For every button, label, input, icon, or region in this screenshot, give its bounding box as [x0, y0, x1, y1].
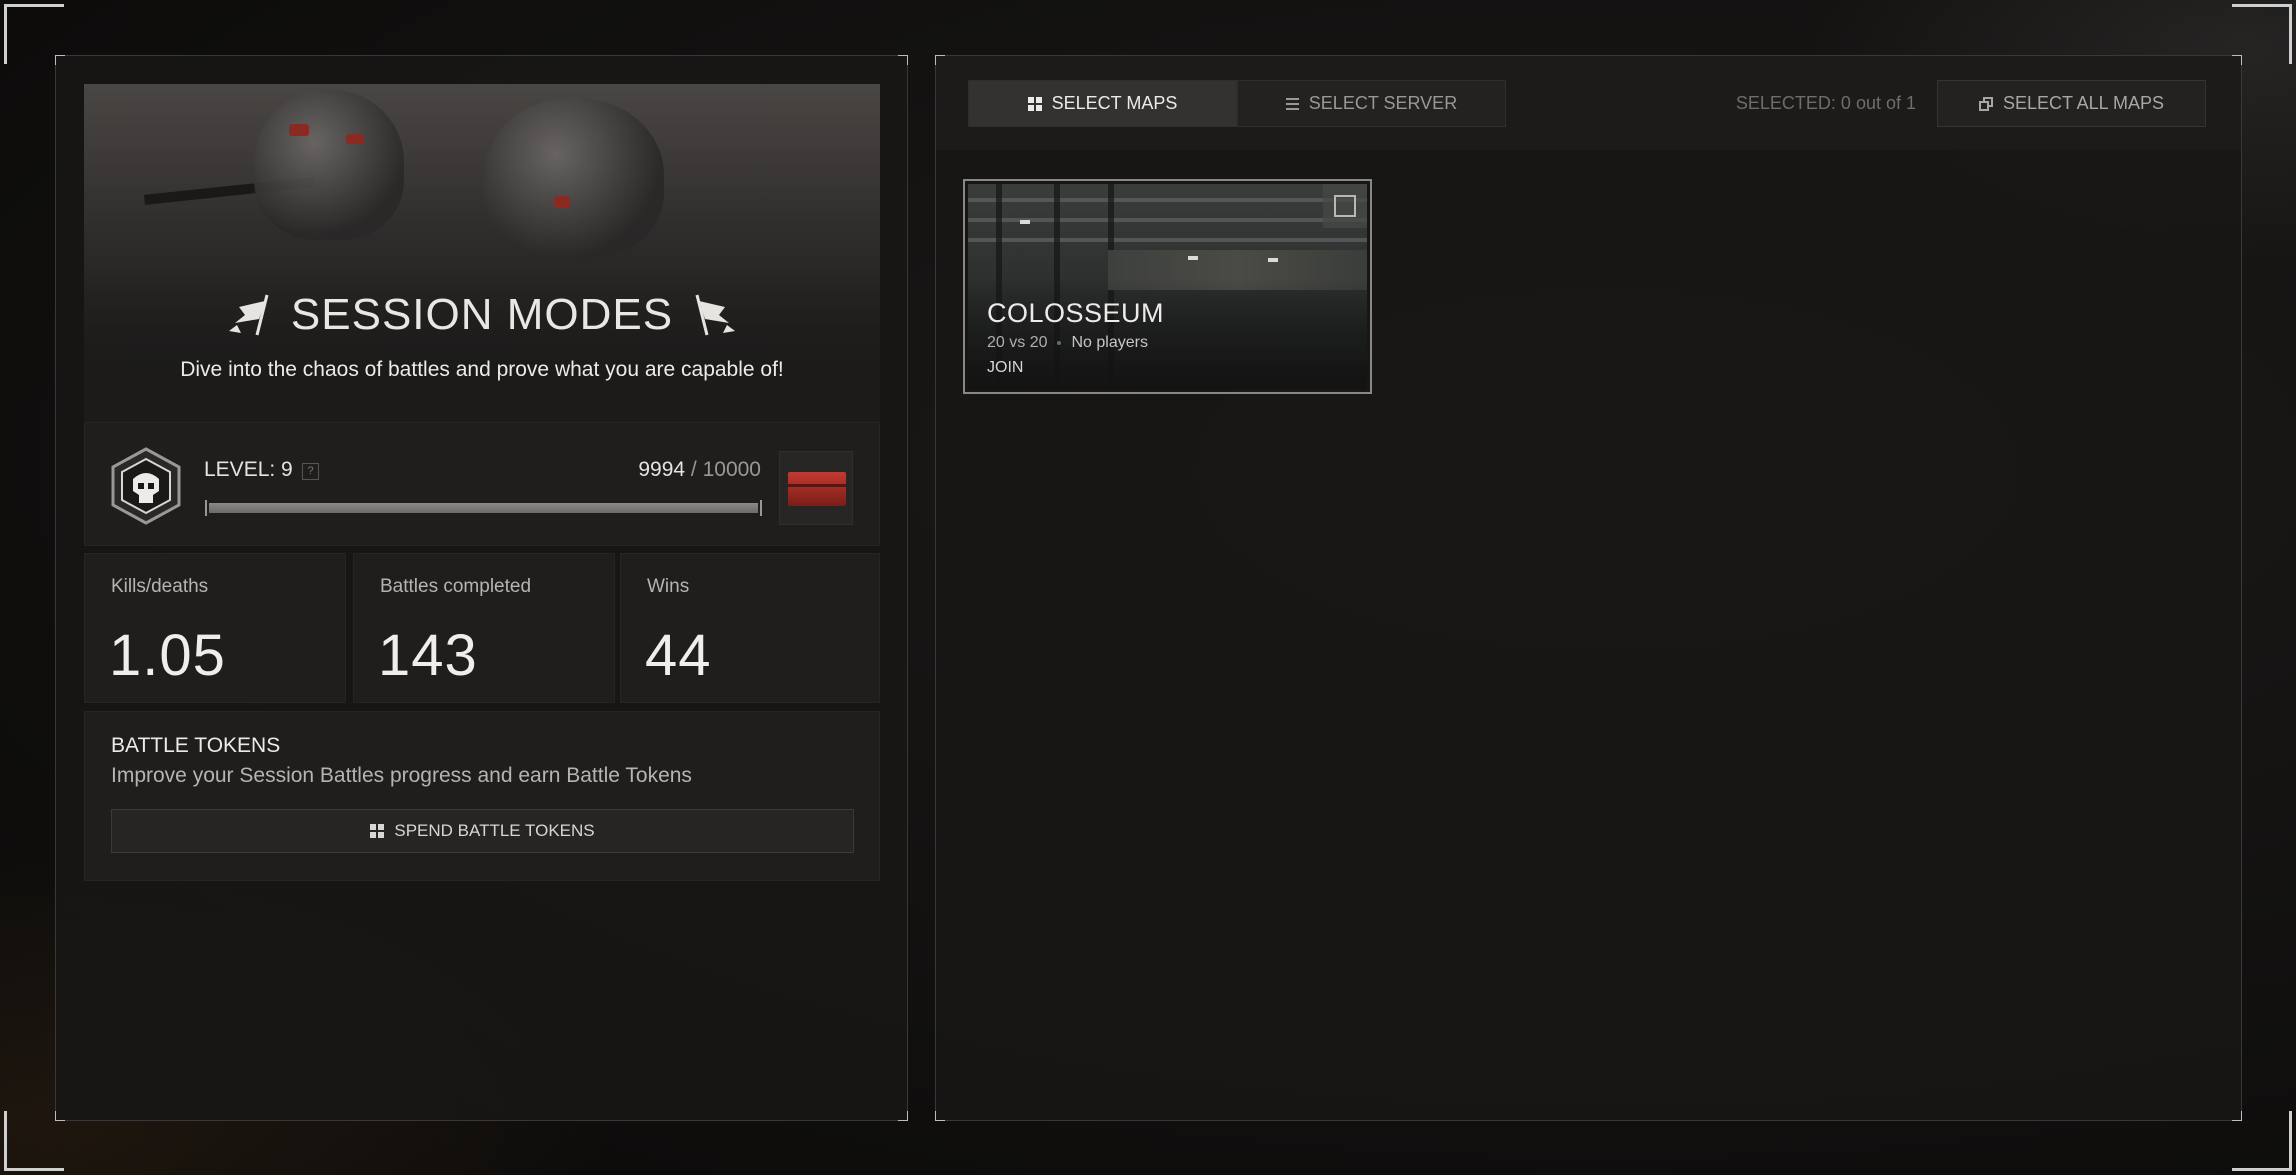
stat-value: 143	[378, 623, 478, 688]
separator-dot	[1057, 341, 1062, 345]
stat-wins: Wins 44	[620, 553, 880, 703]
map-mode: 20 vs 20	[987, 334, 1048, 351]
stat-label: Wins	[647, 576, 690, 597]
xp-progress-bar	[205, 500, 762, 516]
page-title: SESSION MODES	[84, 290, 880, 340]
battle-tokens-title: BATTLE TOKENS	[111, 734, 281, 757]
spend-battle-tokens-button[interactable]: SPEND BATTLE TOKENS	[111, 809, 854, 853]
xp-max: / 10000	[690, 458, 761, 481]
level-label: LEVEL: 9	[204, 458, 293, 481]
map-players: No players	[1071, 334, 1148, 351]
level-reward[interactable]	[779, 451, 853, 525]
grid-icon	[1027, 96, 1042, 111]
map-card-colosseum[interactable]: COLOSSEUM 20 vs 20 No players JOIN	[963, 179, 1372, 394]
session-info-panel: SESSION MODES Dive into the chaos of bat…	[55, 55, 908, 1121]
list-icon	[1285, 97, 1299, 110]
tab-label: SELECT MAPS	[1051, 93, 1178, 113]
skull-emblem-icon	[111, 447, 181, 525]
flag-icon	[695, 294, 736, 336]
stat-value: 44	[645, 623, 712, 688]
checkbox-icon	[1334, 195, 1356, 217]
stack-icon	[1978, 96, 1993, 111]
map-selection-panel: SELECT MAPS SELECT SERVER SELECTED: 0 ou…	[935, 55, 2242, 1121]
soldier-image	[484, 98, 664, 258]
level-progress-card: LEVEL: 9 ? 9994 / 10000	[84, 422, 880, 546]
xp-current: 9994	[638, 458, 686, 481]
selected-count: SELECTED: 0 out of 1	[1735, 93, 1916, 113]
xp-readout: 9994 / 10000	[638, 458, 761, 482]
map-meta: 20 vs 20 No players	[987, 334, 1148, 352]
crate-icon	[788, 472, 846, 506]
map-select-checkbox[interactable]	[1323, 184, 1367, 228]
session-modes-screen: SESSION MODES Dive into the chaos of bat…	[0, 0, 2296, 1175]
soldier-image	[254, 90, 404, 240]
hero-title-text: SESSION MODES	[290, 290, 674, 339]
map-thumbnail: COLOSSEUM 20 vs 20 No players JOIN	[968, 184, 1367, 389]
battle-tokens-card: BATTLE TOKENS Improve your Session Battl…	[84, 711, 880, 881]
stat-label: Battles completed	[380, 576, 532, 597]
stat-label: Kills/deaths	[111, 576, 209, 597]
stat-kills-deaths: Kills/deaths 1.05	[84, 553, 346, 703]
hero-banner: SESSION MODES Dive into the chaos of bat…	[84, 84, 880, 467]
tab-label: SELECT SERVER	[1308, 93, 1458, 113]
grid-icon	[370, 824, 385, 838]
hero-subtitle: Dive into the chaos of battles and prove…	[180, 358, 784, 381]
battle-tokens-description: Improve your Session Battles progress an…	[111, 764, 692, 787]
map-name: COLOSSEUM	[987, 298, 1165, 328]
level-help-button[interactable]: ?	[302, 463, 319, 480]
tab-select-server[interactable]: SELECT SERVER	[1237, 80, 1506, 127]
xp-progress-fill	[209, 503, 758, 513]
select-all-maps-button[interactable]: SELECT ALL MAPS	[1937, 80, 2206, 127]
tab-select-maps[interactable]: SELECT MAPS	[968, 80, 1237, 127]
map-toolbar: SELECT MAPS SELECT SERVER SELECTED: 0 ou…	[936, 56, 2241, 150]
map-join-link[interactable]: JOIN	[987, 359, 1023, 377]
stat-value: 1.05	[109, 623, 226, 688]
select-all-label: SELECT ALL MAPS	[2002, 93, 2165, 113]
stat-battles-completed: Battles completed 143	[353, 553, 615, 703]
flag-icon	[228, 294, 269, 336]
spend-battle-tokens-label: SPEND BATTLE TOKENS	[394, 821, 595, 840]
